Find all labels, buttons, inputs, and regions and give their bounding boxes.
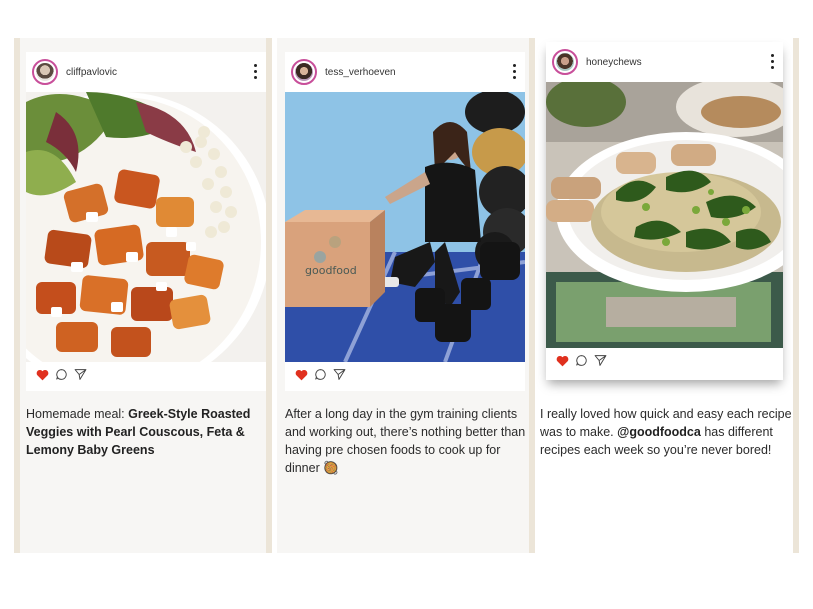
username[interactable]: cliffpavlovic — [66, 67, 117, 78]
heart-icon[interactable] — [295, 369, 308, 381]
heart-icon[interactable] — [36, 369, 49, 381]
send-icon[interactable] — [594, 354, 607, 367]
avatar[interactable] — [291, 59, 317, 85]
comment-icon[interactable] — [55, 368, 68, 381]
post-caption: Homemade meal: Greek-Style Roasted Veggi… — [26, 405, 270, 459]
post-photo-roasted-veggies — [26, 92, 266, 362]
post-actions — [546, 348, 783, 367]
post-header: honeychews — [546, 42, 783, 82]
more-vertical-icon[interactable] — [513, 64, 517, 79]
caption-intro: Homemade meal: — [26, 407, 129, 421]
comment-icon[interactable] — [575, 354, 588, 367]
send-icon[interactable] — [333, 368, 346, 381]
username[interactable]: tess_verhoeven — [325, 67, 396, 78]
box-logo-text: goodfood — [305, 264, 357, 277]
post-photo-gym: goodfood — [285, 92, 525, 362]
post-header: tess_verhoeven — [285, 52, 525, 92]
instagram-post-card: cliffpavlovic — [26, 52, 266, 391]
more-vertical-icon[interactable] — [254, 64, 258, 79]
post-caption: After a long day in the gym training cli… — [285, 405, 529, 477]
post-header: cliffpavlovic — [26, 52, 266, 92]
post-column-2: tess_verhoeven goodfood After a long day… — [277, 38, 535, 553]
post-caption: I really loved how quick and easy each r… — [540, 405, 794, 459]
caption-text: After a long day in the gym training cli… — [285, 407, 526, 475]
post-actions — [285, 362, 525, 381]
post-actions — [26, 362, 266, 381]
more-vertical-icon[interactable] — [771, 54, 775, 69]
post-column-3: honeychews I really loved how quick and … — [540, 38, 799, 553]
username[interactable]: honeychews — [586, 57, 642, 68]
send-icon[interactable] — [74, 368, 87, 381]
avatar[interactable] — [552, 49, 578, 75]
heart-icon[interactable] — [556, 355, 569, 367]
instagram-post-card: honeychews — [546, 42, 783, 380]
comment-icon[interactable] — [314, 368, 327, 381]
post-column-1: cliffpavlovic Homemade meal: Greek-Style… — [14, 38, 272, 553]
instagram-post-card: tess_verhoeven goodfood — [285, 52, 525, 391]
avatar[interactable] — [32, 59, 58, 85]
food-emoji-icon: 🥘 — [323, 461, 339, 475]
post-photo-rice-dish — [546, 82, 783, 348]
mention-link[interactable]: @goodfoodca — [617, 425, 701, 439]
